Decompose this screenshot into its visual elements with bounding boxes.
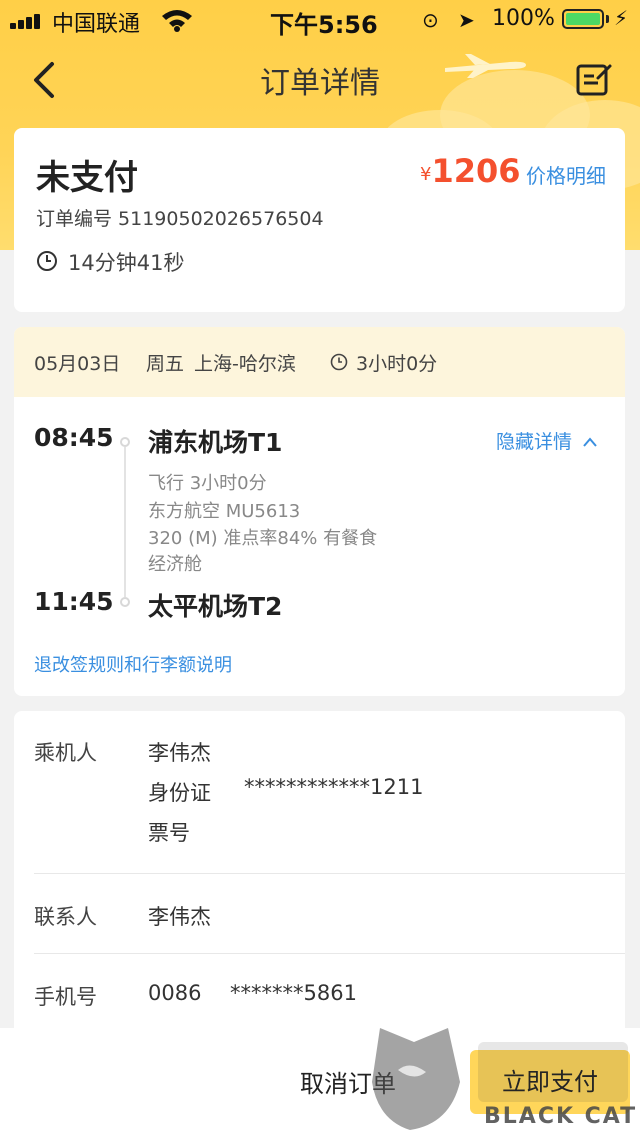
phone-label: 手机号 (34, 985, 97, 1009)
price-detail-link[interactable]: 价格明细 (526, 160, 606, 189)
flight-date: 05月03日 (34, 353, 121, 375)
id-number: ************1211 (244, 775, 424, 799)
departure-dot (120, 437, 130, 447)
arrival-dot (120, 597, 130, 607)
payment-countdown: 14分钟41秒 (68, 251, 185, 275)
refund-rules-link[interactable]: 退改签规则和行李额说明 (34, 651, 232, 677)
order-price: ¥1206 (420, 152, 521, 190)
flight-route: 上海-哈尔滨 (194, 353, 296, 375)
watermark-text: BLACK CAT (484, 1104, 638, 1129)
id-type: 身份证 (148, 781, 211, 805)
rotation-lock-icon: ⊙ (422, 8, 439, 32)
location-icon: ➤ (458, 8, 475, 32)
price-amount: 1206 (431, 152, 521, 190)
arrival-time: 11:45 (34, 587, 114, 616)
hide-details-button[interactable]: 隐藏详情 (496, 427, 598, 454)
route-summary-bar: 05月03日 周五 上海-哈尔滨 3小时0分 (14, 327, 625, 397)
order-status-card: 未支付 ¥1206 价格明细 订单编号 51190502026576504 14… (14, 128, 625, 312)
wifi-icon (162, 10, 192, 32)
departure-airport: 浦东机场T1 (148, 428, 283, 457)
battery-tip (606, 15, 609, 23)
clock: 下午5:56 (270, 11, 378, 39)
flight-card: 05月03日 周五 上海-哈尔滨 3小时0分 08:45 11:45 浦东机场T… (14, 327, 625, 696)
hide-details-label: 隐藏详情 (496, 431, 573, 453)
status-bar: 中国联通 下午5:56 ⊙ ➤ 100% ⚡ (0, 0, 640, 40)
clock-icon (37, 251, 57, 271)
chevron-up-icon (583, 437, 597, 447)
signal-icon (10, 13, 46, 29)
flight-weekday: 周五 (146, 353, 185, 375)
phone-number: *******5861 (230, 981, 357, 1005)
flight-duration-summary: 3小时0分 (356, 353, 438, 375)
timeline-line (124, 447, 126, 597)
clock-icon (330, 353, 348, 371)
carrier-name: 中国联通 (52, 12, 141, 37)
currency-symbol: ¥ (420, 164, 432, 185)
charging-icon: ⚡ (614, 6, 629, 30)
divider (34, 873, 625, 874)
flight-info-line: 东方航空 MU5613 (148, 501, 301, 522)
flight-info-line: 经济舱 (148, 554, 202, 575)
ticket-label: 票号 (148, 821, 190, 845)
battery-icon (562, 9, 604, 29)
edit-note-icon[interactable] (574, 60, 614, 100)
order-number: 订单编号 51190502026576504 (36, 208, 324, 230)
contact-name: 李伟杰 (148, 905, 211, 929)
flight-info-line: 飞行 3小时0分 (148, 473, 267, 494)
flight-info-line: 320 (M) 准点率84% 有餐食 (148, 528, 378, 549)
page-title: 订单详情 (260, 66, 380, 101)
contact-label: 联系人 (34, 905, 97, 929)
arrival-airport: 太平机场T2 (148, 592, 283, 621)
departure-time: 08:45 (34, 423, 114, 452)
passenger-card: 乘机人 李伟杰 身份证 ************1211 票号 联系人 李伟杰 … (14, 711, 625, 1051)
passenger-label: 乘机人 (34, 741, 97, 765)
cancel-order-button[interactable]: 取消订单 (300, 1064, 396, 1099)
battery-percent: 100% (492, 6, 555, 31)
passenger-name: 李伟杰 (148, 741, 211, 765)
divider (34, 953, 625, 954)
phone-prefix: 0086 (148, 981, 202, 1005)
order-status: 未支付 (36, 158, 138, 198)
